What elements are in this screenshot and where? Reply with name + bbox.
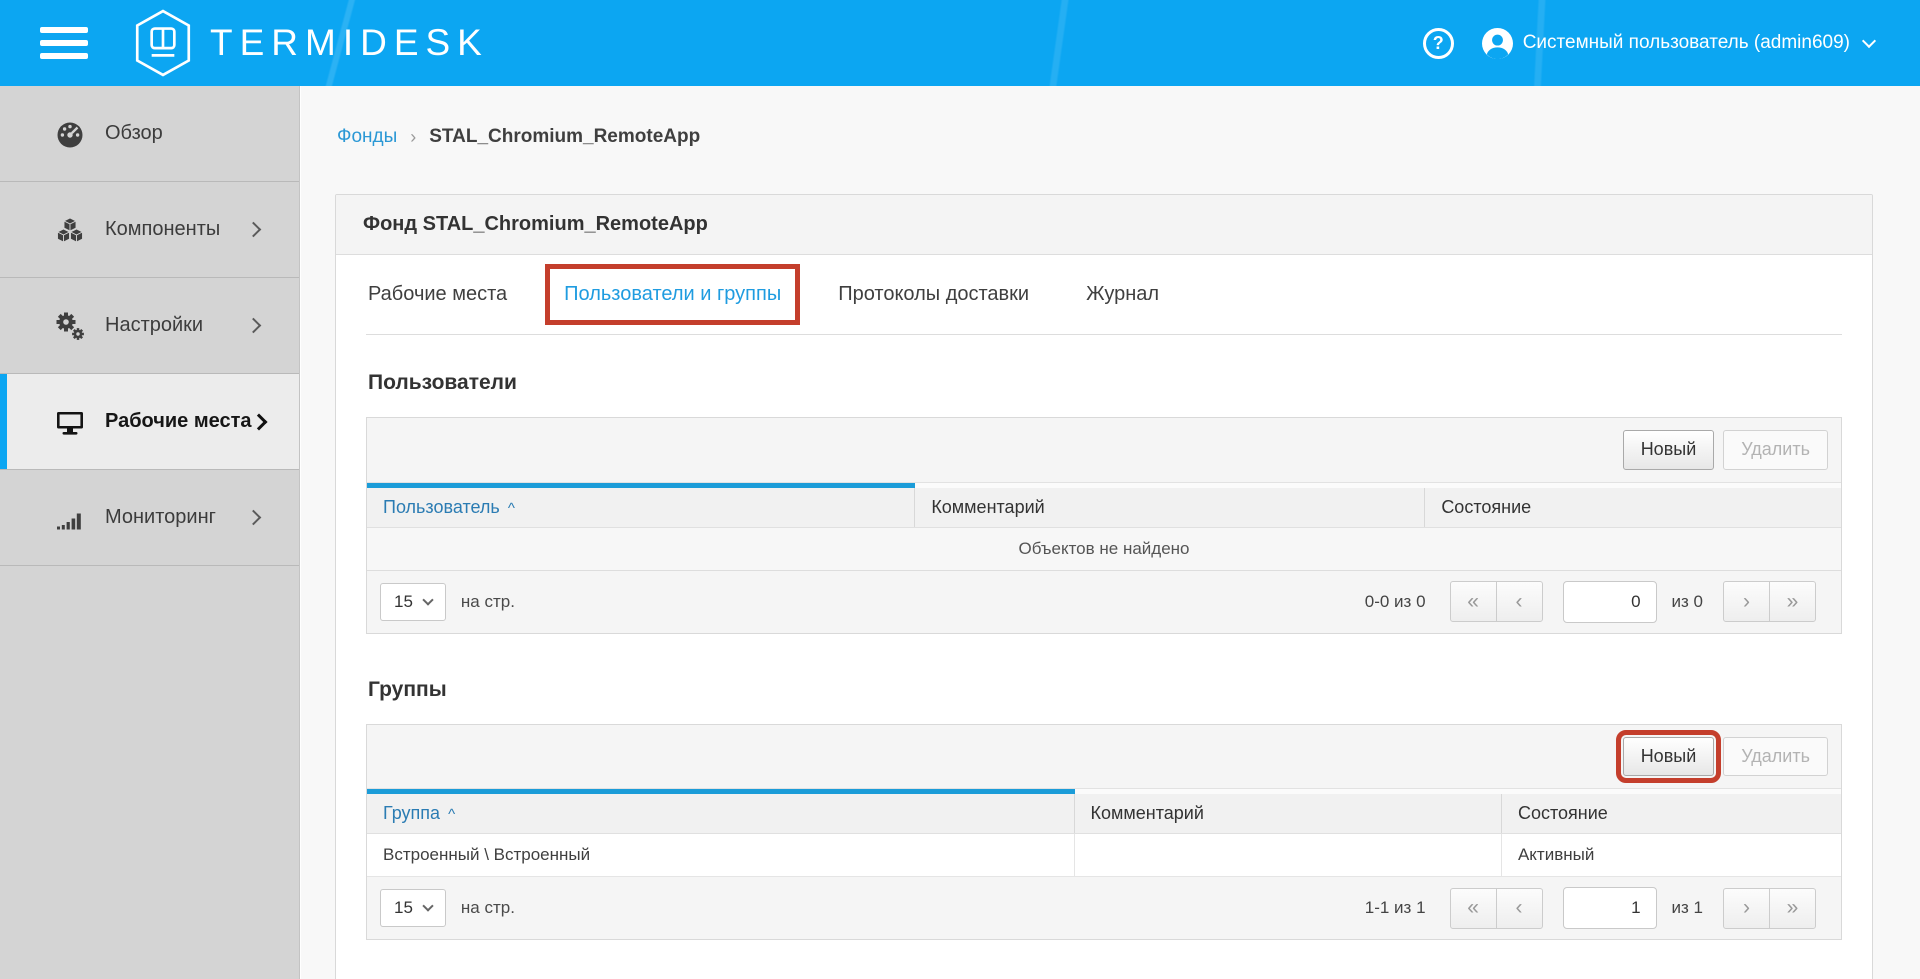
sidebar: Обзор Компоненты <box>0 86 300 979</box>
brand-name: TERMIDESK <box>210 22 489 64</box>
groups-delete-button[interactable]: Удалить <box>1723 737 1828 777</box>
groups-next-page-button[interactable]: › <box>1723 888 1770 929</box>
app-header: TERMIDESK ? Системный пользователь (admi… <box>0 0 1920 86</box>
groups-col-group[interactable]: Группа^ <box>367 794 1075 833</box>
users-first-page-button[interactable]: « <box>1450 581 1497 622</box>
users-next-page-button[interactable]: › <box>1723 581 1770 622</box>
breadcrumb-current: STAL_Chromium_RemoteApp <box>429 126 700 148</box>
monitor-icon <box>54 406 86 438</box>
users-new-button[interactable]: Новый <box>1623 430 1715 470</box>
users-page-of-label: из 0 <box>1672 592 1703 612</box>
users-table-widget: Новый Удалить Пользователь^ Комментарий … <box>366 417 1842 634</box>
breadcrumb-link-funds[interactable]: Фонды <box>337 126 397 148</box>
sidebar-item-label: Рабочие места <box>105 410 252 433</box>
sidebar-item-monitoring[interactable]: Мониторинг <box>0 470 299 566</box>
menu-button[interactable] <box>40 20 88 66</box>
gears-icon <box>54 310 86 342</box>
group-name-cell: Встроенный \ Встроенный <box>367 834 1075 876</box>
tab-journal[interactable]: Журнал <box>1086 283 1159 306</box>
groups-toolbar: Новый Удалить <box>367 725 1841 790</box>
groups-col-comment[interactable]: Комментарий <box>1075 794 1502 833</box>
group-state-cell: Активный <box>1502 834 1841 876</box>
hamburger-icon <box>40 27 88 33</box>
groups-prev-page-button[interactable]: ‹ <box>1496 888 1543 929</box>
groups-page-of-label: из 1 <box>1672 898 1703 918</box>
sidebar-item-label: Обзор <box>105 122 163 145</box>
groups-pagination: 15 на стр. 1-1 из 1 « ‹ из 1 › » <box>367 876 1841 939</box>
tab-bar: Рабочие места Пользователи и группы Прот… <box>366 255 1842 335</box>
pool-card-title: Фонд STAL_Chromium_RemoteApp <box>336 195 1872 255</box>
groups-per-page-select[interactable]: 15 <box>380 889 446 927</box>
sidebar-item-label: Настройки <box>105 314 203 337</box>
users-last-page-button[interactable]: » <box>1769 581 1816 622</box>
users-prev-page-button[interactable]: ‹ <box>1496 581 1543 622</box>
per-page-label: на стр. <box>461 898 515 918</box>
users-col-state[interactable]: Состояние <box>1425 488 1841 527</box>
per-page-value: 15 <box>394 898 413 918</box>
users-toolbar: Новый Удалить <box>367 418 1841 483</box>
users-per-page-select[interactable]: 15 <box>380 583 446 621</box>
group-comment-cell <box>1075 834 1502 876</box>
users-section-title: Пользователи <box>366 371 1842 395</box>
chevron-down-icon <box>422 594 433 605</box>
user-name: Системный пользователь (admin609) <box>1523 32 1850 54</box>
chevron-right-icon <box>246 318 262 334</box>
sort-asc-icon: ^ <box>448 806 455 823</box>
cubes-icon <box>54 214 86 246</box>
sidebar-item-label: Компоненты <box>105 218 220 241</box>
users-col-user[interactable]: Пользователь^ <box>367 488 915 527</box>
chart-bars-icon <box>54 502 86 534</box>
logo-hexagon-icon <box>132 9 194 77</box>
groups-last-page-button[interactable]: » <box>1769 888 1816 929</box>
users-page-input[interactable] <box>1563 581 1657 623</box>
users-col-comment[interactable]: Комментарий <box>915 488 1425 527</box>
groups-first-page-button[interactable]: « <box>1450 888 1497 929</box>
tab-workplaces[interactable]: Рабочие места <box>368 283 507 306</box>
groups-section-title: Группы <box>366 678 1842 702</box>
main-content: Фонды › STAL_Chromium_RemoteApp Фонд STA… <box>301 86 1920 979</box>
users-range-label: 0-0 из 0 <box>1365 592 1426 612</box>
per-page-label: на стр. <box>461 592 515 612</box>
user-menu[interactable]: Системный пользователь (admin609) <box>1482 28 1874 59</box>
chevron-down-icon <box>1862 33 1876 47</box>
chevron-right-icon <box>246 510 262 526</box>
users-pagination: 15 на стр. 0-0 из 0 « ‹ из 0 › » <box>367 570 1841 633</box>
tab-delivery-protocols[interactable]: Протоколы доставки <box>838 283 1029 306</box>
pool-card: Фонд STAL_Chromium_RemoteApp Рабочие мес… <box>335 194 1873 979</box>
group-table-row[interactable]: Встроенный \ Встроенный Активный <box>367 834 1841 876</box>
chevron-right-icon <box>251 413 268 430</box>
users-empty-row: Объектов не найдено <box>367 528 1841 570</box>
app-logo[interactable]: TERMIDESK <box>132 9 489 77</box>
sidebar-item-label: Мониторинг <box>105 506 216 529</box>
help-icon[interactable]: ? <box>1423 28 1454 59</box>
sidebar-item-workplaces[interactable]: Рабочие места <box>0 374 299 470</box>
per-page-value: 15 <box>394 592 413 612</box>
groups-page-input[interactable] <box>1563 887 1657 929</box>
breadcrumb-separator: › <box>410 127 416 148</box>
groups-new-button[interactable]: Новый <box>1623 737 1715 777</box>
sort-asc-icon: ^ <box>508 500 515 517</box>
dashboard-icon <box>54 118 86 150</box>
breadcrumb: Фонды › STAL_Chromium_RemoteApp <box>335 126 1873 148</box>
sidebar-item-settings[interactable]: Настройки <box>0 278 299 374</box>
groups-range-label: 1-1 из 1 <box>1365 898 1426 918</box>
user-avatar-icon <box>1482 28 1513 59</box>
users-delete-button[interactable]: Удалить <box>1723 430 1828 470</box>
chevron-down-icon <box>422 901 433 912</box>
tab-users-groups[interactable]: Пользователи и группы <box>564 283 781 306</box>
groups-table-widget: Новый Удалить Группа^ Комментарий Состоя… <box>366 724 1842 941</box>
chevron-right-icon <box>246 222 262 238</box>
groups-table-header: Группа^ Комментарий Состояние <box>367 794 1841 834</box>
sidebar-item-overview[interactable]: Обзор <box>0 86 299 182</box>
groups-col-state[interactable]: Состояние <box>1502 794 1841 833</box>
users-table-header: Пользователь^ Комментарий Состояние <box>367 488 1841 528</box>
sidebar-item-components[interactable]: Компоненты <box>0 182 299 278</box>
